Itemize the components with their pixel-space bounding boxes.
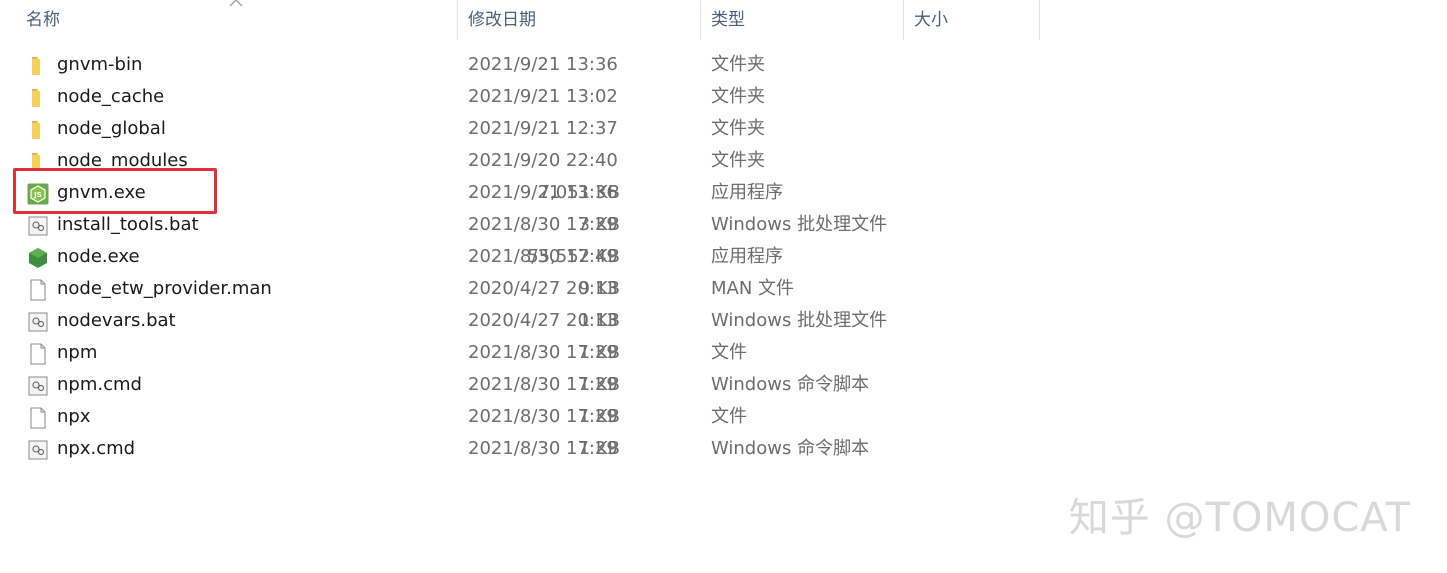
file-row[interactable]: nodevars.bat 2020/4/27 20:13 Windows 批处理…	[0, 305, 1040, 337]
folder-icon	[32, 89, 40, 107]
file-name: node_etw_provider.man	[57, 278, 272, 299]
column-header-size[interactable]: 大小	[904, 0, 1040, 40]
file-name: npm.cmd	[57, 374, 142, 395]
folder-icon	[32, 57, 40, 75]
file-size	[420, 81, 620, 113]
file-name: npx	[57, 406, 91, 427]
file-name: npx.cmd	[57, 438, 136, 459]
watermark: 知乎 @TOMOCAT	[1068, 495, 1411, 541]
column-header-type[interactable]: 类型	[701, 0, 904, 40]
file-type: 文件夹	[711, 54, 765, 75]
node-exe-icon	[29, 248, 47, 268]
file-name: node.exe	[57, 246, 140, 267]
file-row[interactable]: gnvm-bin 2021/9/21 13:36 文件夹	[0, 49, 1040, 81]
file-type: MAN 文件	[711, 278, 795, 299]
file-name: gnvm-bin	[57, 54, 143, 75]
file-row[interactable]: npx.cmd 2021/8/30 17:29 Windows 命令脚本 1 K…	[0, 433, 1040, 465]
file-size: 1 KB	[578, 342, 620, 363]
batch-file-icon	[28, 440, 48, 460]
file-name: npm	[57, 342, 98, 363]
file-name: node_cache	[57, 86, 165, 107]
file-type: Windows 批处理文件	[711, 310, 888, 331]
batch-file-icon	[28, 216, 48, 236]
file-size: 9 KB	[578, 278, 620, 299]
column-header-size-label: 大小	[914, 10, 948, 30]
file-size: 1 KB	[578, 374, 620, 395]
file-row[interactable]: node_etw_provider.man 2020/4/27 20:13 MA…	[0, 273, 1040, 305]
column-header-bar: 名称 修改日期 类型 大小	[0, 0, 1447, 40]
file-row[interactable]: node_global 2021/9/21 12:37 文件夹	[0, 113, 1040, 145]
column-header-type-label: 类型	[711, 10, 745, 30]
file-type: Windows 命令脚本	[711, 374, 870, 395]
blank-file-icon	[30, 279, 46, 301]
file-type: 应用程序	[711, 182, 783, 203]
file-type: 文件夹	[711, 86, 765, 107]
batch-file-icon	[28, 312, 48, 332]
batch-file-icon	[28, 376, 48, 396]
file-row[interactable]: node_cache 2021/9/21 13:02 文件夹	[0, 81, 1040, 113]
file-size: 1 KB	[578, 438, 620, 459]
file-row[interactable]: node.exe 2021/8/30 17:49 应用程序 55,552 KB	[0, 241, 1040, 273]
file-type: 文件夹	[711, 150, 765, 171]
file-size: 7,051 KB	[538, 182, 620, 203]
column-header-date[interactable]: 修改日期	[458, 0, 701, 40]
folder-icon	[32, 121, 40, 139]
blank-file-icon	[30, 407, 46, 429]
file-type: 文件夹	[711, 118, 765, 139]
file-size: 1 KB	[578, 406, 620, 427]
file-name: node_global	[57, 118, 166, 139]
file-size: 55,552 KB	[527, 246, 620, 267]
highlight-box	[13, 168, 217, 214]
file-size: 3 KB	[578, 214, 620, 235]
file-size: 1 KB	[578, 310, 620, 331]
column-header-date-label: 修改日期	[468, 10, 536, 30]
file-size	[420, 145, 620, 177]
file-name: nodevars.bat	[57, 310, 176, 331]
file-type: Windows 命令脚本	[711, 438, 870, 459]
file-row[interactable]: npm.cmd 2021/8/30 17:29 Windows 命令脚本 1 K…	[0, 369, 1040, 401]
column-header-name-label: 名称	[26, 10, 60, 30]
file-row[interactable]: npx 2021/8/30 17:29 文件 1 KB	[0, 401, 1040, 433]
column-header-name[interactable]: 名称	[16, 0, 458, 40]
file-type: 文件	[711, 406, 747, 427]
file-size	[420, 49, 620, 81]
blank-file-icon	[30, 343, 46, 365]
file-size	[420, 113, 620, 145]
file-type: Windows 批处理文件	[711, 214, 888, 235]
file-type: 应用程序	[711, 246, 783, 267]
file-type: 文件	[711, 342, 747, 363]
file-row[interactable]: npm 2021/8/30 17:29 文件 1 KB	[0, 337, 1040, 369]
